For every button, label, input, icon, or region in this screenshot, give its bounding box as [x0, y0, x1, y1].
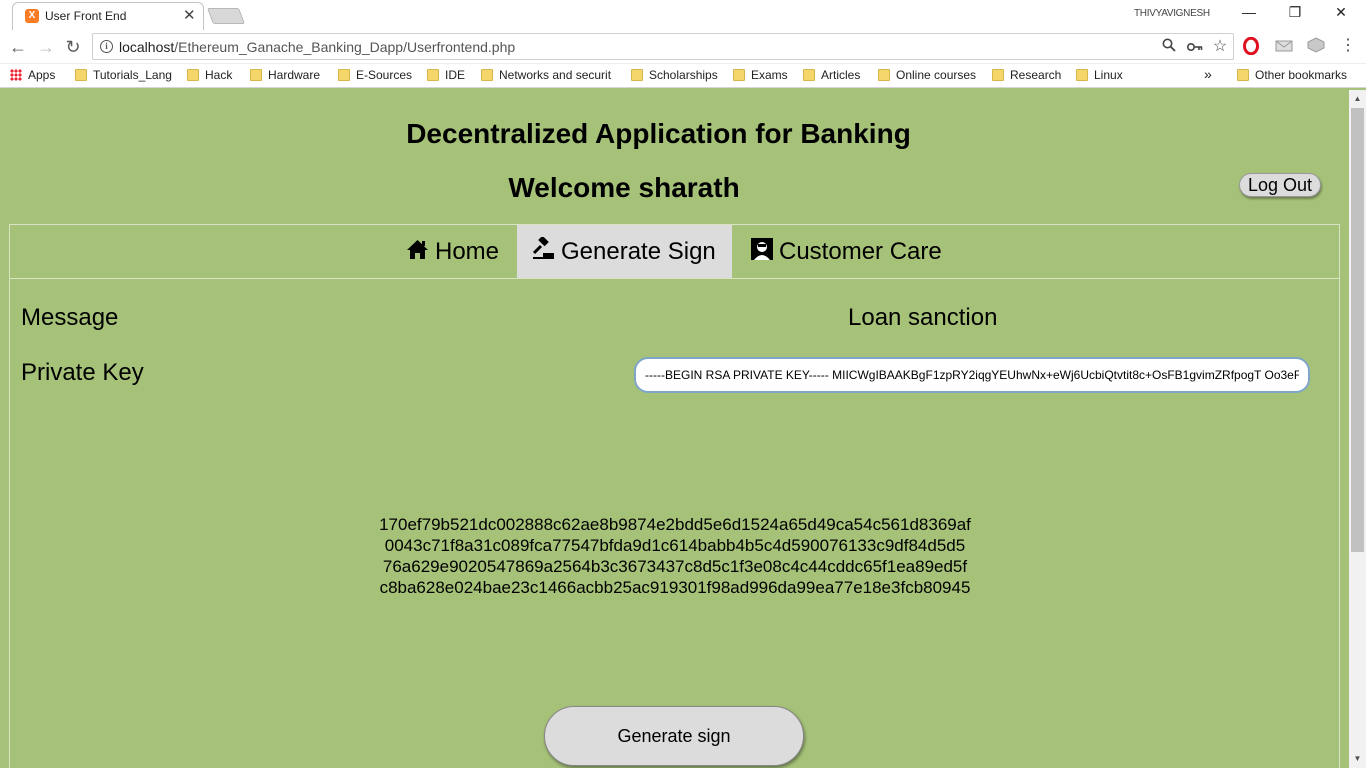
content-panel: Home Generate Sign Customer Care — [9, 224, 1340, 768]
message-value: Loan sanction — [848, 304, 998, 331]
scroll-thumb[interactable] — [1351, 108, 1364, 552]
tab-generate-sign[interactable]: Generate Sign — [517, 225, 732, 278]
private-key-label: Private Key — [21, 359, 144, 386]
page-scrollbar[interactable]: ▲ ▼ — [1349, 90, 1366, 768]
bookmarks-bar: Apps Tutorials_Lang Hack Hardware E-Sour… — [0, 64, 1366, 88]
bookmark-folder[interactable]: Hack — [187, 68, 232, 82]
message-label: Message — [21, 304, 119, 331]
extension-icon[interactable] — [1306, 37, 1326, 57]
key-icon[interactable] — [1186, 38, 1204, 56]
bookmark-folder[interactable]: Research — [992, 68, 1061, 82]
forward-arrow-icon[interactable]: → — [35, 36, 57, 58]
bookmark-other[interactable]: Other bookmarks — [1237, 68, 1347, 82]
folder-icon — [338, 69, 350, 81]
xampp-favicon-icon: X — [25, 9, 39, 23]
folder-icon — [733, 69, 745, 81]
folder-icon — [992, 69, 1004, 81]
folder-icon — [1237, 69, 1249, 81]
bookmark-folder[interactable]: E-Sources — [338, 68, 412, 82]
logout-button[interactable]: Log Out — [1239, 173, 1321, 197]
folder-icon — [631, 69, 643, 81]
zoom-icon[interactable] — [1160, 38, 1178, 56]
bookmark-apps[interactable]: Apps — [10, 68, 55, 82]
tab-customer-care[interactable]: Customer Care — [736, 225, 957, 278]
apps-grid-icon — [10, 69, 22, 81]
reload-icon[interactable]: ↻ — [62, 36, 84, 58]
opera-icon[interactable] — [1241, 36, 1261, 57]
tab-home[interactable]: Home — [391, 225, 514, 278]
folder-icon — [187, 69, 199, 81]
welcome-text: Welcome sharath — [508, 172, 740, 203]
restore-button[interactable]: ❐ — [1280, 4, 1310, 24]
url-host: localhost — [119, 39, 175, 55]
support-agent-icon — [751, 238, 779, 265]
generate-sign-button[interactable]: Generate sign — [544, 706, 804, 766]
bookmark-folder[interactable]: Articles — [803, 68, 860, 82]
url-path: /Ethereum_Ganache_Banking_Dapp/Userfront… — [174, 39, 516, 55]
new-tab-button[interactable] — [207, 8, 245, 24]
private-key-input[interactable] — [634, 357, 1310, 393]
folder-icon — [75, 69, 87, 81]
bookmark-folder[interactable]: Online courses — [878, 68, 976, 82]
signature-line: c8ba628e024bae23c1466acbb25ac919301f98ad… — [379, 578, 971, 597]
page-title: Decentralized Application for Banking — [406, 118, 911, 149]
folder-icon — [803, 69, 815, 81]
folder-icon — [427, 69, 439, 81]
scroll-down-icon[interactable]: ▼ — [1349, 750, 1366, 767]
gavel-icon — [532, 235, 561, 265]
browser-tabstrip: X User Front End ✕ THIVYAVIGNESH — ❐ ✕ — [0, 0, 1366, 30]
bookmark-folder[interactable]: Scholarships — [631, 68, 718, 82]
bookmark-folder[interactable]: Networks and securit — [481, 68, 611, 82]
bookmark-folder[interactable]: Hardware — [250, 68, 320, 82]
close-window-button[interactable]: ✕ — [1326, 4, 1356, 24]
bookmark-folder[interactable]: Linux — [1076, 68, 1123, 82]
folder-icon — [250, 69, 262, 81]
mail-extension-icon[interactable] — [1274, 37, 1294, 57]
home-icon — [406, 238, 435, 265]
menu-kebab-icon[interactable]: ⋮ — [1338, 36, 1358, 56]
folder-icon — [1076, 69, 1088, 81]
star-icon[interactable]: ☆ — [1211, 38, 1229, 56]
signature-line: 76a629e9020547869a2564b3c3673437c8d5c1f3… — [382, 557, 968, 576]
bookmarks-overflow-button[interactable]: » — [1204, 66, 1212, 82]
minimize-button[interactable]: — — [1234, 4, 1264, 24]
url-text[interactable]: localhost/Ethereum_Ganache_Banking_Dapp/… — [119, 39, 515, 55]
tab-title: User Front End — [45, 9, 127, 23]
bookmark-folder[interactable]: IDE — [427, 68, 465, 82]
folder-icon — [481, 69, 493, 81]
signature-line: 0043c71f8a31c089fca77547bfda9d1c614babb4… — [384, 536, 966, 555]
bookmark-folder[interactable]: Tutorials_Lang — [75, 68, 172, 82]
browser-tab[interactable]: X User Front End ✕ — [12, 2, 204, 30]
info-icon[interactable]: i — [100, 40, 113, 53]
address-bar[interactable]: i localhost/Ethereum_Ganache_Banking_Dap… — [92, 33, 1234, 60]
signature-output: 170ef79b521dc002888c62ae8b9874e2bdd5e6d1… — [300, 514, 1050, 598]
profile-name[interactable]: THIVYAVIGNESH — [1134, 8, 1210, 19]
scroll-up-icon[interactable]: ▲ — [1349, 90, 1366, 107]
nav-tabs: Home Generate Sign Customer Care — [10, 225, 1339, 279]
browser-toolbar: ← → ↻ i localhost/Ethereum_Ganache_Banki… — [0, 30, 1366, 64]
folder-icon — [878, 69, 890, 81]
bookmark-folder[interactable]: Exams — [733, 68, 788, 82]
back-arrow-icon[interactable]: ← — [7, 36, 29, 58]
signature-line: 170ef79b521dc002888c62ae8b9874e2bdd5e6d1… — [379, 515, 971, 534]
tab-close-icon[interactable]: ✕ — [183, 6, 196, 24]
